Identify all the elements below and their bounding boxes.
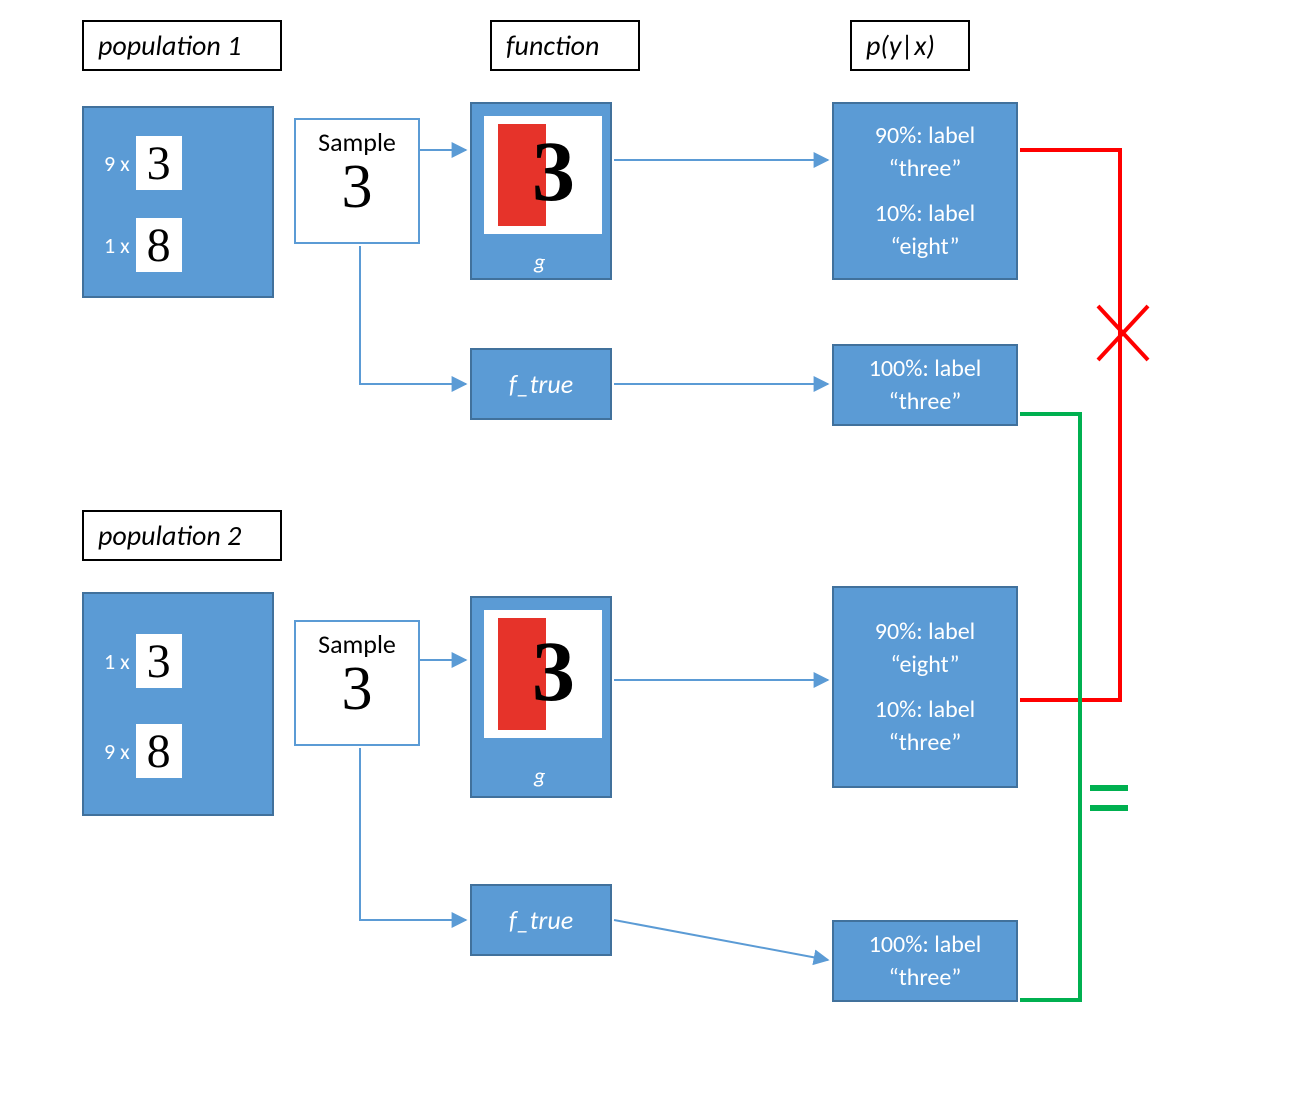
- pop1-item2: 1 x 8: [104, 218, 182, 272]
- function-header: function: [490, 20, 640, 71]
- pop1-header: population 1: [82, 20, 282, 71]
- func-g1-label: g: [534, 248, 545, 275]
- out-g1-box: 90%: label “three” 10%: label “eight”: [832, 102, 1018, 280]
- out-f2-l1: 100%: label: [838, 930, 1012, 959]
- out-f2-l2: “three”: [838, 963, 1012, 992]
- out-g1-l4: “eight”: [838, 232, 1012, 261]
- pop1-item1-digit: 3: [136, 136, 182, 190]
- arrow-ftrue2-to-out: [614, 920, 828, 960]
- out-f1-box: 100%: label “three”: [832, 344, 1018, 426]
- pop2-item1-digit: 3: [136, 634, 182, 688]
- sample1-box: Sample 3: [294, 118, 420, 244]
- pop2-box: 1 x 3 9 x 8: [82, 592, 274, 816]
- out-g2-l3: 10%: label: [838, 695, 1012, 724]
- x-icon: [1098, 306, 1148, 360]
- func-g2-digit: 3: [532, 628, 575, 714]
- pop1-item2-count: 1 x: [104, 232, 130, 259]
- equals-icon: [1090, 788, 1128, 808]
- out-g1-l2: “three”: [838, 154, 1012, 183]
- pop2-header: population 2: [82, 510, 282, 561]
- pop2-item1-count: 1 x: [104, 648, 130, 675]
- red-bracket: [1020, 150, 1120, 700]
- sample2-box: Sample 3: [294, 620, 420, 746]
- arrow-sample1-to-ftrue1: [360, 246, 466, 384]
- out-g1-l3: 10%: label: [838, 199, 1012, 228]
- out-g2-l1: 90%: label: [838, 617, 1012, 646]
- pop2-item2: 9 x 8: [104, 724, 182, 778]
- pop2-item2-digit: 8: [136, 724, 182, 778]
- pop2-item1: 1 x 3: [104, 634, 182, 688]
- pop1-item2-digit: 8: [136, 218, 182, 272]
- ftrue2-box: f_true: [470, 884, 612, 956]
- pyx-header: p(y|x): [850, 20, 970, 71]
- pop1-item1-count: 9 x: [104, 150, 130, 177]
- green-bracket: [1020, 414, 1080, 1000]
- out-g1-l1: 90%: label: [838, 121, 1012, 150]
- out-f2-box: 100%: label “three”: [832, 920, 1018, 1002]
- arrow-sample2-to-ftrue2: [360, 748, 466, 920]
- func-g1-box: 3 g: [470, 102, 612, 280]
- pop1-box: 9 x 3 1 x 8: [82, 106, 274, 298]
- out-g2-box: 90%: label “eight” 10%: label “three”: [832, 586, 1018, 788]
- pop2-item2-count: 9 x: [104, 738, 130, 765]
- out-f1-l2: “three”: [838, 387, 1012, 416]
- func-g2-box: 3 g: [470, 596, 612, 798]
- out-g2-l2: “eight”: [838, 650, 1012, 679]
- pop1-item1: 9 x 3: [104, 136, 182, 190]
- sample1-digit: 3: [296, 152, 418, 223]
- sample2-digit: 3: [296, 654, 418, 725]
- out-g2-l4: “three”: [838, 728, 1012, 757]
- func-g2-label: g: [534, 762, 545, 789]
- func-g1-digit: 3: [532, 128, 575, 214]
- out-f1-l1: 100%: label: [838, 354, 1012, 383]
- ftrue1-label: f_true: [509, 368, 573, 400]
- ftrue1-box: f_true: [470, 348, 612, 420]
- ftrue2-label: f_true: [509, 904, 573, 936]
